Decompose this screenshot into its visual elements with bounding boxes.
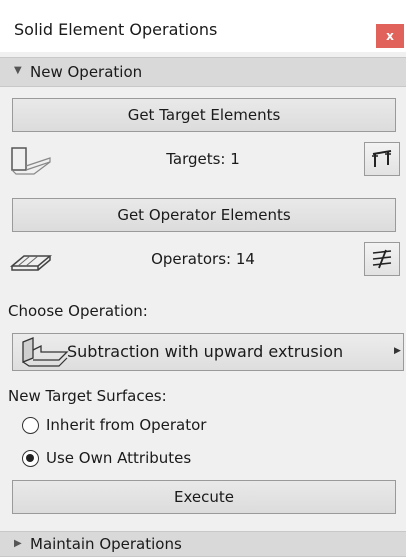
- get-operator-elements-label: Get Operator Elements: [117, 206, 291, 224]
- window-title: Solid Element Operations: [14, 20, 218, 39]
- subtraction-extrusion-icon: [22, 337, 69, 367]
- radio-label: Use Own Attributes: [46, 449, 192, 467]
- close-button[interactable]: x: [376, 24, 404, 48]
- get-operator-elements-button[interactable]: Get Operator Elements: [12, 198, 396, 232]
- operators-count: Operators: 14: [151, 250, 255, 268]
- radio-button-checked[interactable]: [22, 450, 39, 467]
- choose-operation-label: Choose Operation:: [8, 302, 148, 320]
- title-bar: Solid Element Operations x: [0, 0, 406, 52]
- solid-element-operations-palette: Solid Element Operations x ▼ New Operati…: [0, 0, 406, 557]
- new-target-surfaces-label: New Target Surfaces:: [8, 387, 167, 405]
- close-icon: x: [386, 29, 394, 43]
- radio-label: Inherit from Operator: [46, 416, 207, 434]
- operators-row: Operators: 14: [0, 242, 406, 278]
- dropdown-arrow-icon: ▶: [394, 346, 401, 356]
- operation-selected-value: Subtraction with upward extrusion: [67, 342, 344, 361]
- maintain-operations-header[interactable]: ▶ Maintain Operations: [0, 531, 406, 557]
- new-operation-header[interactable]: ▼ New Operation: [0, 57, 406, 87]
- get-target-elements-label: Get Target Elements: [127, 106, 281, 124]
- highlight-operators-button[interactable]: [364, 242, 400, 276]
- highlight-targets-button[interactable]: [364, 142, 400, 176]
- targets-count: Targets: 1: [166, 150, 240, 168]
- maintain-operations-header-label: Maintain Operations: [30, 535, 182, 553]
- expanded-triangle-icon: ▼: [14, 65, 22, 76]
- execute-label: Execute: [174, 488, 234, 506]
- highlight-operators-icon: [372, 249, 392, 269]
- collapsed-triangle-icon: ▶: [14, 538, 22, 549]
- get-target-elements-button[interactable]: Get Target Elements: [12, 98, 396, 132]
- highlight-targets-icon: [372, 150, 392, 167]
- new-operation-header-label: New Operation: [30, 63, 143, 81]
- operation-dropdown[interactable]: Subtraction with upward extrusion ▶: [12, 333, 404, 371]
- execute-button[interactable]: Execute: [12, 480, 396, 514]
- radio-button[interactable]: [22, 417, 39, 434]
- targets-row: Targets: 1: [0, 142, 406, 178]
